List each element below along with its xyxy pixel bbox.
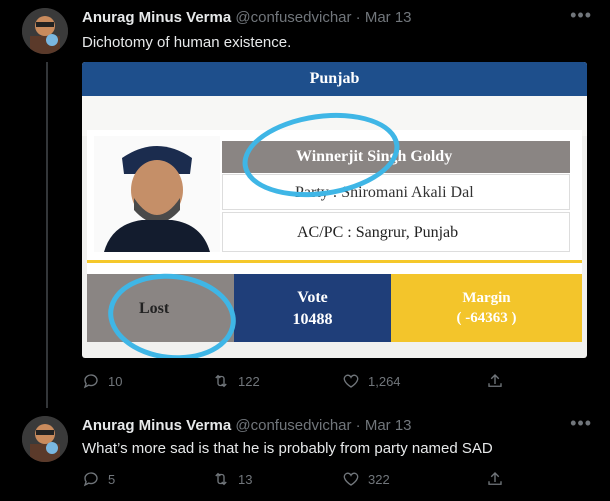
reply-icon (83, 374, 98, 389)
avatar[interactable] (22, 8, 68, 54)
retweet-icon (215, 472, 227, 486)
separator-dot: · (355, 9, 361, 26)
retweet-count: 13 (238, 471, 253, 487)
retweet-button[interactable]: 122 (212, 372, 260, 390)
like-button[interactable]: 1,264 (342, 372, 401, 390)
constituency-row: AC/PC : Sangrur, Punjab (222, 212, 570, 252)
retweet-icon (215, 374, 227, 388)
margin-box: Margin ( -64363 ) (391, 274, 582, 342)
margin-value: ( -64363 ) (456, 310, 517, 326)
reply-button[interactable]: 10 (82, 372, 122, 390)
author-handle[interactable]: @confusedvichar (235, 417, 351, 434)
like-count: 322 (368, 471, 390, 487)
retweet-count: 122 (238, 373, 260, 389)
vote-value: 10488 (292, 311, 333, 328)
reply-count: 5 (108, 471, 116, 487)
share-icon (488, 472, 502, 485)
share-icon (488, 374, 502, 387)
tweet-actions: 5 13 322 (82, 470, 512, 492)
tweet-header: Anurag Minus Verma @confusedvichar · Mar… (82, 9, 412, 26)
reply-count: 10 (108, 373, 123, 389)
tweet-header: Anurag Minus Verma @confusedvichar · Mar… (82, 417, 412, 434)
media-header: Punjab (82, 62, 587, 96)
yellow-divider (87, 260, 582, 263)
reply-icon (83, 472, 98, 487)
avatar[interactable] (22, 416, 68, 462)
like-icon (343, 472, 359, 486)
vote-box: Vote 10488 (234, 274, 391, 342)
tweet-actions: 10 122 1,264 (82, 372, 512, 394)
like-icon (343, 374, 359, 388)
author-handle[interactable]: @confusedvichar (235, 9, 351, 26)
share-button[interactable] (486, 470, 504, 488)
retweet-button[interactable]: 13 (212, 470, 252, 488)
tweet-text: Dichotomy of human existence. (82, 34, 292, 51)
tweet-date[interactable]: Mar 13 (365, 9, 412, 26)
constituency-text: AC/PC : Sangrur, Punjab (297, 224, 459, 241)
reply-button[interactable]: 5 (82, 470, 115, 488)
more-icon[interactable]: ••• (570, 413, 592, 434)
tweet-media-image[interactable]: Punjab Winnerjit Singh Goldy Party : Shi… (82, 62, 587, 358)
thread-connector-line (46, 62, 48, 408)
margin-label: Margin (462, 290, 511, 306)
tweet-text: What’s more sad is that he is probably f… (82, 440, 493, 457)
more-icon[interactable]: ••• (570, 5, 592, 26)
share-button[interactable] (486, 372, 504, 390)
separator-dot: · (355, 417, 361, 434)
vote-label: Vote (297, 289, 328, 306)
like-button[interactable]: 322 (342, 470, 390, 488)
tweet-date[interactable]: Mar 13 (365, 417, 412, 434)
candidate-photo (94, 136, 220, 252)
author-name[interactable]: Anurag Minus Verma (82, 417, 231, 434)
author-name[interactable]: Anurag Minus Verma (82, 9, 231, 26)
like-count: 1,264 (368, 373, 401, 389)
